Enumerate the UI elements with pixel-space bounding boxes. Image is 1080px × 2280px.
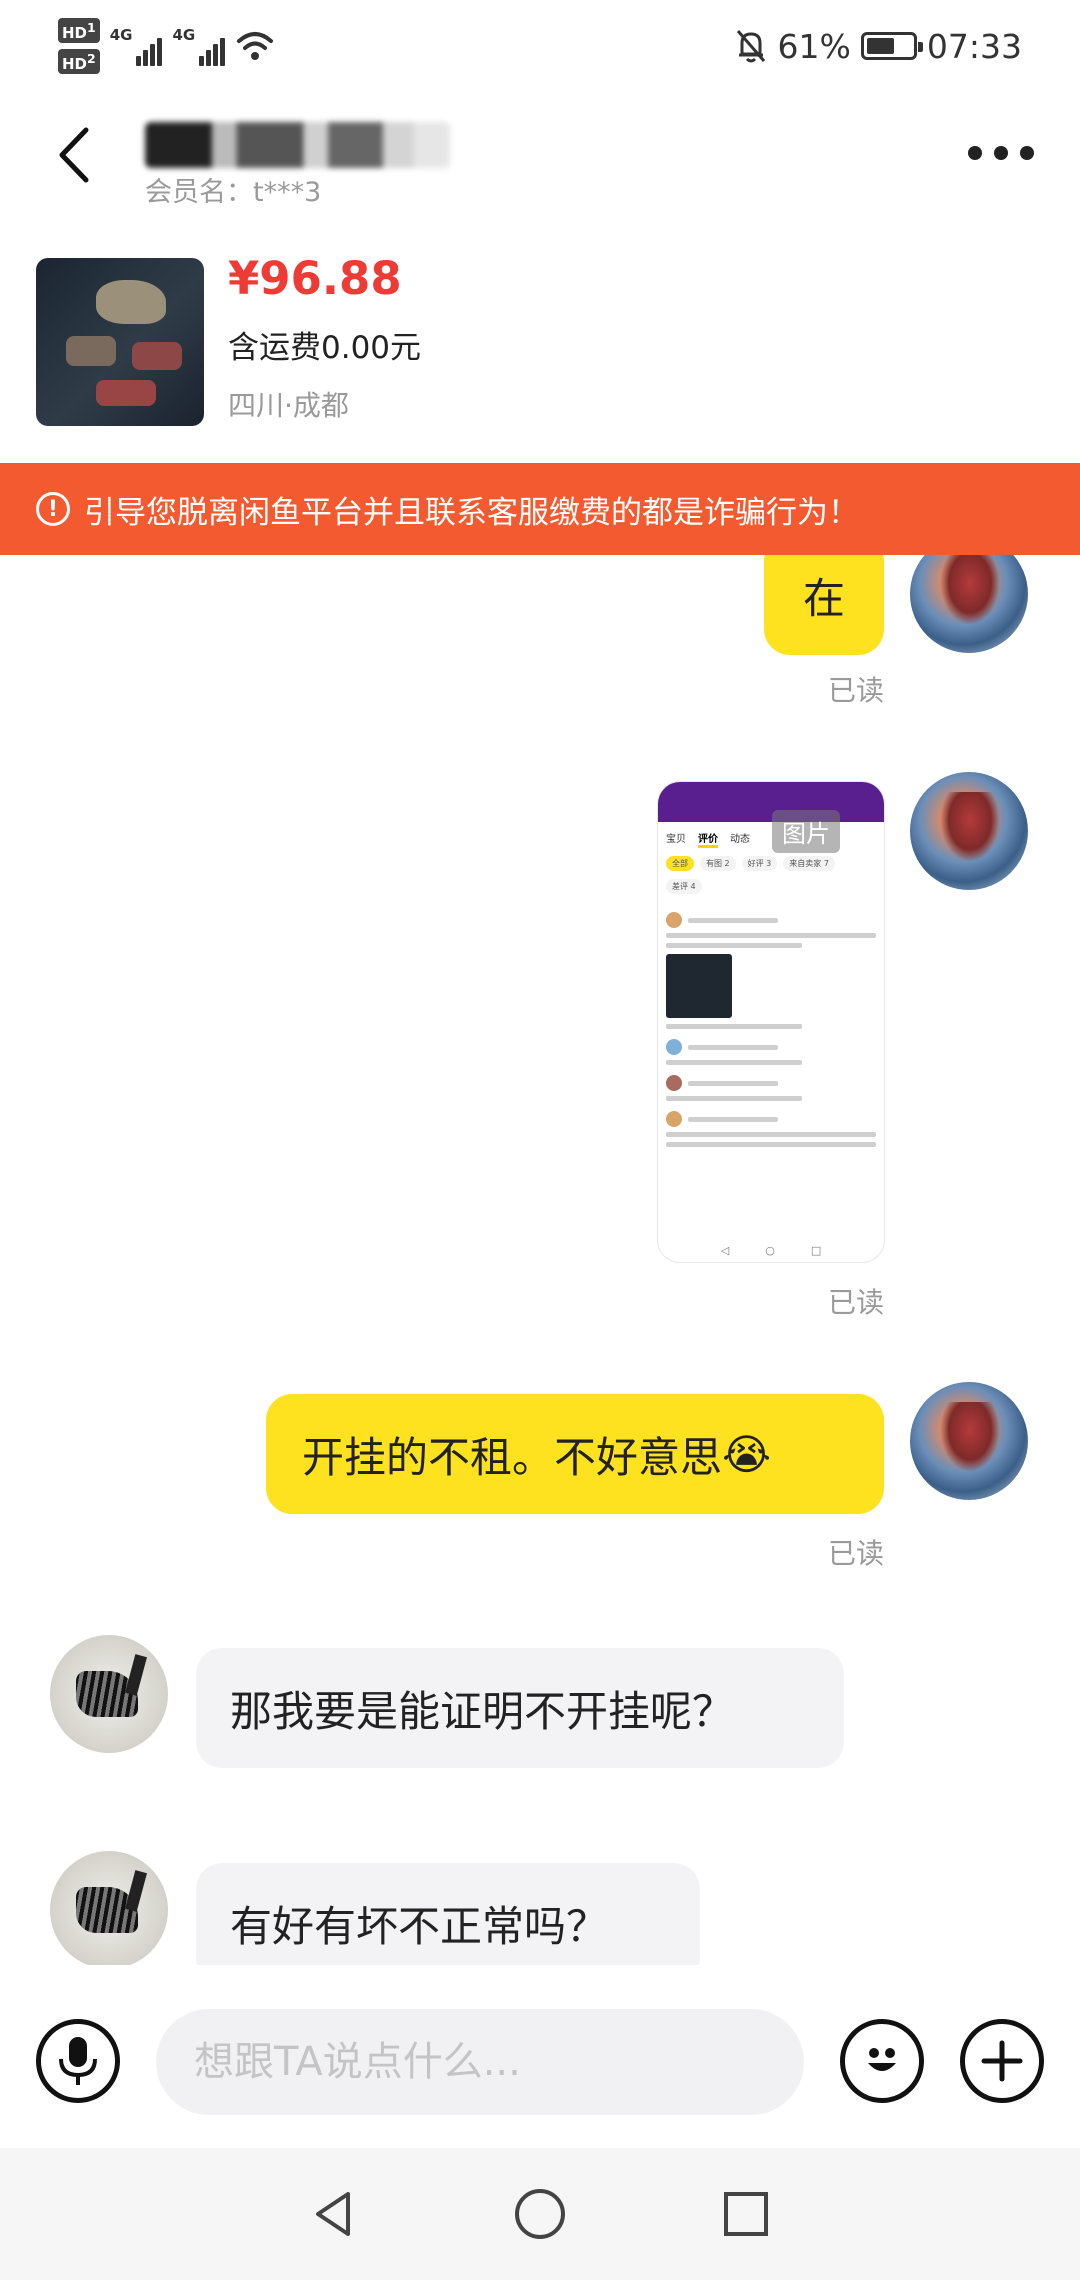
product-card[interactable]: ¥96.88 含运费0.00元 四川·成都 (0, 240, 1080, 460)
mute-bell-icon (736, 30, 765, 63)
circle-home-icon[interactable] (512, 2186, 568, 2242)
triangle-back-icon[interactable] (306, 2186, 362, 2242)
preview-chip: 好评 3 (741, 856, 778, 871)
product-thumbnail[interactable] (36, 258, 204, 426)
crying-emoji-icon: 😭 (722, 1429, 772, 1479)
plus-icon[interactable] (960, 2019, 1044, 2103)
message-list[interactable]: 在 已读 宝贝 评价 动态 全部 有图 2 好评 3 来自卖家 7 差评 4 ◁… (0, 555, 1080, 1965)
message-input[interactable] (156, 2009, 804, 2115)
read-status: 已读 (827, 674, 884, 707)
system-nav-bar (0, 2148, 1080, 2280)
signal-sim1-icon: 4G (110, 26, 163, 66)
message-text: 开挂的不租。不好意思 (302, 1432, 723, 1482)
status-left: HD1 HD2 4G 4G (58, 14, 275, 78)
message-bubble-other[interactable]: 有好有坏不正常吗？ (196, 1863, 700, 1965)
battery-icon (860, 32, 923, 60)
warning-text: 引导您脱离闲鱼平台并且联系客服缴费的都是诈骗行为！ (84, 494, 859, 531)
message-text: 有好有坏不正常吗？ (230, 1901, 609, 1951)
contact-name-blurred (145, 122, 450, 168)
preview-chip: 差评 4 (666, 879, 702, 894)
hd1-badge: HD1 (58, 18, 100, 43)
wifi-icon (237, 32, 274, 60)
microphone-icon[interactable] (36, 2019, 120, 2103)
status-right: 61% 07:33 (734, 20, 1022, 72)
message-bubble-other[interactable]: 那我要是能证明不开挂呢？ (196, 1648, 844, 1768)
preview-tab: 宝贝 (666, 834, 686, 845)
preview-tab: 动态 (730, 834, 750, 845)
read-status: 已读 (827, 1286, 884, 1319)
fraud-warning-banner: ! 引导您脱离闲鱼平台并且联系客服缴费的都是诈骗行为！ (0, 463, 1080, 555)
preview-photo (666, 954, 732, 1018)
product-location: 四川·成都 (228, 389, 349, 422)
preview-tab-active: 评价 (698, 830, 718, 848)
status-bar: HD1 HD2 4G 4G 61% 07:33 (0, 0, 1080, 92)
preview-chips: 全部 有图 2 好评 3 来自卖家 7 (658, 848, 884, 879)
read-status: 已读 (827, 1537, 884, 1570)
product-shipping: 含运费0.00元 (228, 330, 422, 366)
contact-avatar[interactable] (50, 1851, 168, 1965)
member-name: 会员名：t***3 (145, 177, 322, 208)
alert-circle-icon: ! (36, 492, 70, 526)
preview-chip: 全部 (666, 856, 694, 871)
more-dots-icon[interactable] (968, 138, 1034, 168)
preview-chip: 来自卖家 7 (783, 856, 835, 871)
hd-indicators: HD1 HD2 (58, 18, 100, 74)
chat-header: 会员名：t***3 (0, 108, 1080, 208)
back-chevron-icon[interactable] (48, 120, 108, 190)
contact-avatar[interactable] (50, 1635, 168, 1753)
preview-header (658, 782, 884, 822)
self-avatar[interactable] (910, 555, 1028, 653)
image-label: 图片 (772, 810, 840, 853)
smiley-icon[interactable] (840, 2019, 924, 2103)
input-bar (0, 1965, 1080, 2115)
message-bubble-self[interactable]: 在 (764, 555, 884, 655)
hd2-badge: HD2 (58, 49, 100, 74)
signal-sim2-icon: 4G (172, 26, 226, 66)
preview-tabs: 宝贝 评价 动态 (658, 822, 884, 848)
message-text: 在 (802, 573, 845, 623)
battery-fill (866, 38, 894, 54)
square-recent-icon[interactable] (718, 2186, 774, 2242)
message-text: 那我要是能证明不开挂呢？ (230, 1686, 735, 1736)
self-avatar[interactable] (910, 1382, 1028, 1500)
battery-percent: 61% (777, 26, 851, 66)
preview-navbar: ◁ ○ □ (720, 1243, 822, 1257)
message-bubble-self[interactable]: 开挂的不租。不好意思 😭 (266, 1394, 884, 1514)
clock: 07:33 (926, 26, 1022, 66)
product-price: ¥96.88 (228, 252, 402, 305)
image-message[interactable]: 宝贝 评价 动态 全部 有图 2 好评 3 来自卖家 7 差评 4 ◁ ○ □ 图片 (658, 782, 884, 1262)
self-avatar[interactable] (910, 772, 1028, 890)
preview-chip: 有图 2 (700, 856, 736, 871)
preview-chips-row2: 差评 4 (658, 879, 884, 902)
